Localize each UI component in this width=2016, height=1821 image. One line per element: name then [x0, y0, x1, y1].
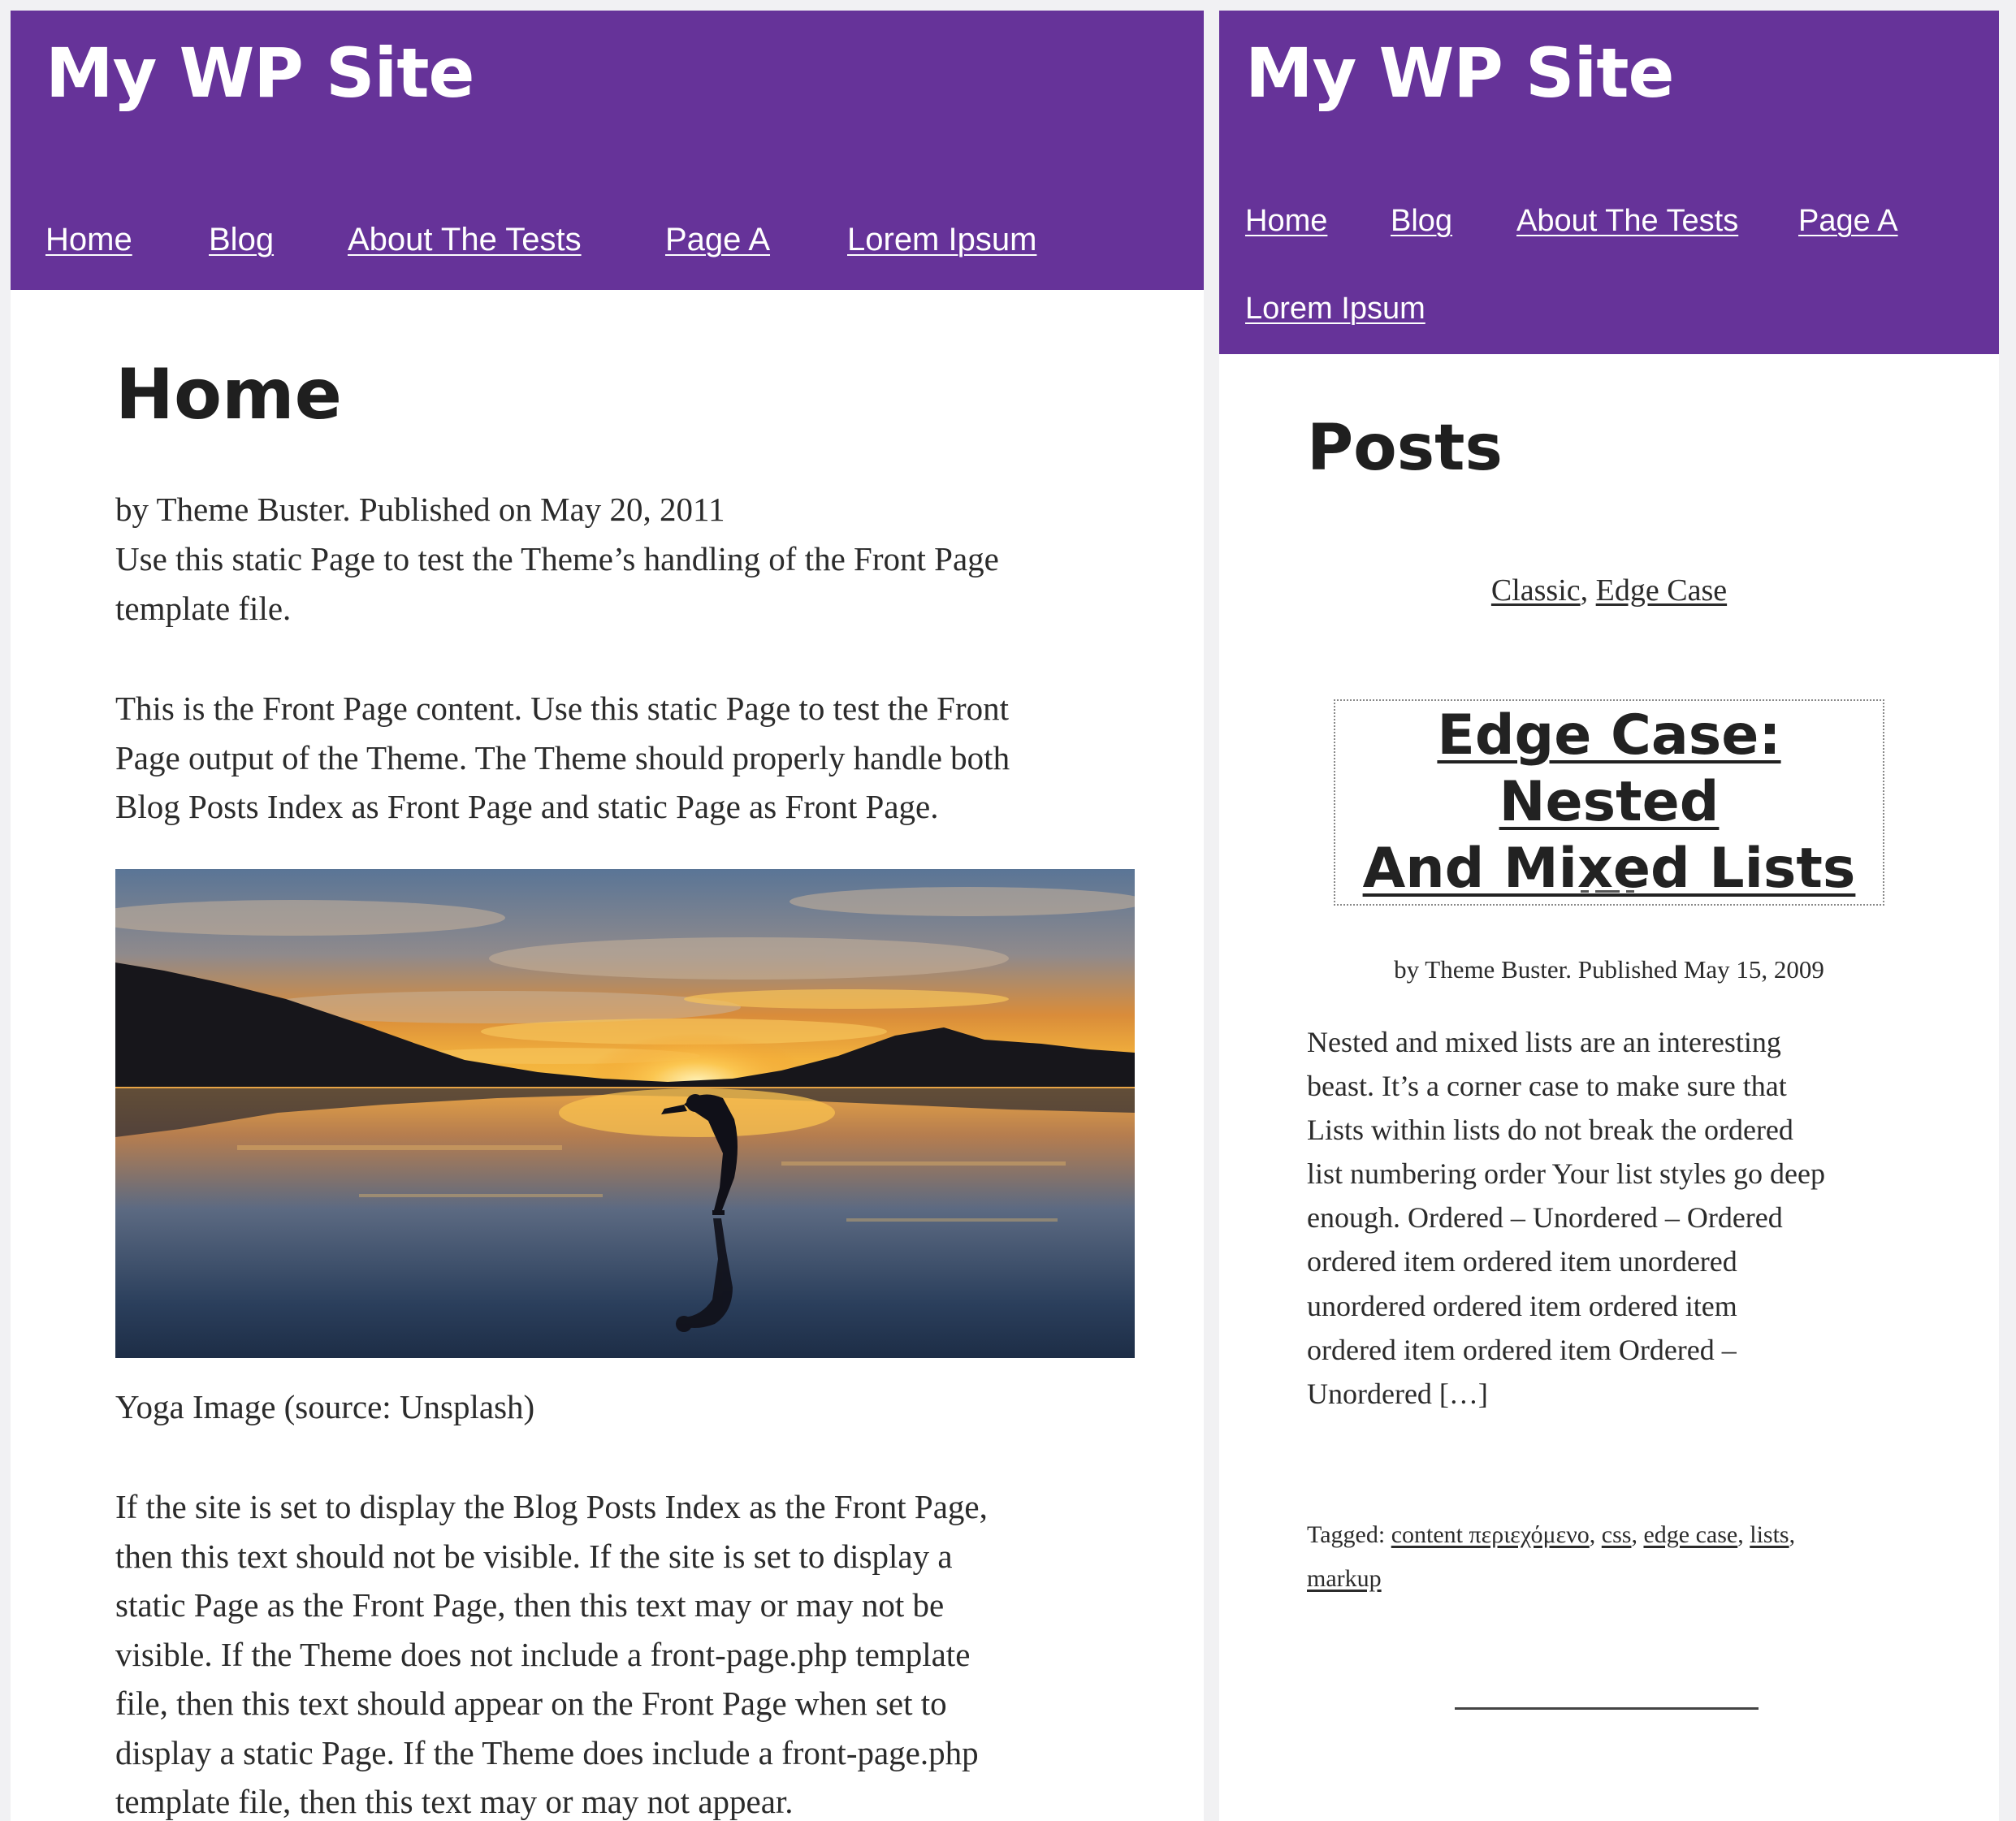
nav-link-home[interactable]: Home — [45, 223, 132, 256]
post-title-line: Edge Case: Nested — [1437, 703, 1781, 834]
text-line: visible. If the Theme does not include a… — [115, 1635, 971, 1673]
page-meta: by Theme Buster. Published on May 20, 20… — [115, 491, 725, 528]
tags-label: Tagged: — [1307, 1521, 1386, 1548]
site-header: My WP Site Home Blog About The Tests Pag… — [1219, 11, 1999, 354]
nav-link-page-a[interactable]: Page A — [1798, 205, 1898, 236]
tag-link-lists[interactable]: lists — [1750, 1521, 1789, 1548]
image-caption: Yoga Image (source: Unsplash) — [115, 1388, 535, 1425]
nav-link-page-a[interactable]: Page A — [665, 223, 770, 256]
nav-link-lorem-ipsum[interactable]: Lorem Ipsum — [847, 223, 1036, 256]
post-tags: Tagged: content περιεχόμενο, css, edge c… — [1307, 1521, 1796, 1592]
nav-link-about-tests[interactable]: About The Tests — [1516, 205, 1738, 236]
text-line: template file. — [115, 589, 292, 627]
text-line: static Page as the Front Page, then this… — [115, 1586, 945, 1624]
text-line: ordered item ordered item Ordered – — [1307, 1333, 1737, 1366]
text-line: Page output of the Theme. The Theme shou… — [115, 738, 1010, 776]
closing-paragraph: If the site is set to display the Blog P… — [115, 1482, 988, 1821]
nav-link-blog[interactable]: Blog — [1391, 205, 1452, 236]
post-excerpt: Nested and mixed lists are an interestin… — [1307, 1020, 1825, 1416]
content-paragraph: This is the Front Page content. Use this… — [115, 684, 1010, 832]
text-line: enough. Ordered – Unordered – Ordered — [1307, 1201, 1783, 1235]
nav-link-blog[interactable]: Blog — [209, 223, 274, 256]
post-categories: Classic, Edge Case — [1219, 575, 1999, 606]
text-line: Blog Posts Index as Front Page and stati… — [115, 788, 939, 825]
text-line: then this text should not be visible. If… — [115, 1537, 953, 1575]
text-line: display a static Page. If the Theme does… — [115, 1733, 979, 1771]
tag-link-edge-case[interactable]: edge case — [1643, 1521, 1737, 1548]
text-line: file, then this text should appear on th… — [115, 1685, 947, 1722]
text-line: Unordered […] — [1307, 1377, 1488, 1410]
nav-link-about-tests[interactable]: About The Tests — [348, 223, 582, 256]
text-line: unordered ordered item ordered item — [1307, 1289, 1737, 1322]
page-title: Posts — [1307, 412, 1503, 485]
intro-paragraph: Use this static Page to test the Theme’s… — [115, 534, 999, 633]
tag-link-css[interactable]: css — [1602, 1521, 1632, 1548]
text-line: This is the Front Page content. Use this… — [115, 690, 1010, 727]
category-link-classic[interactable]: Classic — [1491, 573, 1581, 608]
text-line: beast. It’s a corner case to make sure t… — [1307, 1070, 1787, 1103]
post-title-link[interactable]: Edge Case: Nested And Mixed Lists — [1334, 699, 1884, 906]
tag-link-content[interactable]: content περιεχόμενο — [1391, 1521, 1590, 1548]
page-title: Home — [115, 354, 342, 435]
nav-link-home[interactable]: Home — [1245, 205, 1327, 236]
yoga-sunset-image — [115, 869, 1135, 1358]
text-line: Use this static Page to test the Theme’s… — [115, 540, 999, 577]
site-title[interactable]: My WP Site — [45, 39, 474, 107]
front-page-preview: My WP Site Home Blog About The Tests Pag… — [11, 11, 1204, 1821]
nav-link-lorem-ipsum[interactable]: Lorem Ipsum — [1245, 293, 1425, 324]
tag-link-markup[interactable]: markup — [1307, 1565, 1382, 1592]
blog-index-preview: My WP Site Home Blog About The Tests Pag… — [1219, 11, 1999, 1821]
post-meta: by Theme Buster. Published May 15, 2009 — [1394, 955, 1824, 984]
category-link-edge-case[interactable]: Edge Case — [1596, 573, 1727, 608]
category-separator: , — [1580, 573, 1596, 608]
text-line: template file, then this text may or may… — [115, 1783, 794, 1820]
text-line: ordered item ordered item unordered — [1307, 1245, 1737, 1278]
text-line: list numbering order Your list styles go… — [1307, 1157, 1825, 1191]
site-title[interactable]: My WP Site — [1245, 39, 1674, 107]
text-line: Lists within lists do not break the orde… — [1307, 1114, 1793, 1147]
site-header: My WP Site Home Blog About The Tests Pag… — [11, 11, 1204, 290]
text-line: If the site is set to display the Blog P… — [115, 1488, 988, 1525]
title-separator — [1581, 890, 1637, 893]
post-divider — [1455, 1707, 1759, 1710]
text-line: Nested and mixed lists are an interestin… — [1307, 1026, 1781, 1058]
